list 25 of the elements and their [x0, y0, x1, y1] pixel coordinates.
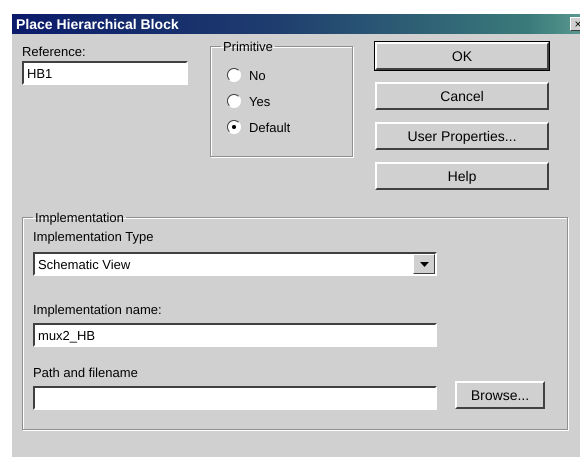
dialog-button[interactable]: Cancel [375, 82, 549, 110]
radio-button[interactable] [227, 68, 241, 82]
radio-option[interactable]: Default [227, 114, 342, 140]
window-title: Place Hierarchical Block [15, 16, 179, 32]
dialog-button[interactable]: User Properties... [375, 122, 549, 150]
path-field[interactable] [33, 386, 437, 410]
radio-button[interactable] [227, 94, 241, 108]
radio-label: Yes [249, 94, 270, 108]
dialog-button[interactable]: Help [375, 162, 549, 190]
radio-button[interactable] [227, 120, 241, 134]
type-dropdown[interactable]: Schematic View [33, 252, 437, 276]
primitive-title: Primitive [222, 39, 274, 54]
path-label: Path and filename [33, 365, 139, 380]
radio-option[interactable]: No [227, 62, 342, 88]
name-field[interactable]: mux2_HB [33, 323, 437, 347]
implementation-title: Implementation [34, 210, 125, 225]
radio-label: No [249, 68, 266, 82]
type-label: Implementation Type [33, 229, 154, 244]
reference-field[interactable]: HB1 [22, 61, 188, 85]
name-label: Implementation name: [33, 302, 163, 317]
radio-label: Default [249, 120, 290, 134]
radio-option[interactable]: Yes [227, 88, 342, 114]
dialog-button[interactable]: OK [375, 42, 549, 70]
browse-button[interactable]: Browse... [455, 381, 545, 409]
reference-label: Reference: [22, 44, 87, 59]
